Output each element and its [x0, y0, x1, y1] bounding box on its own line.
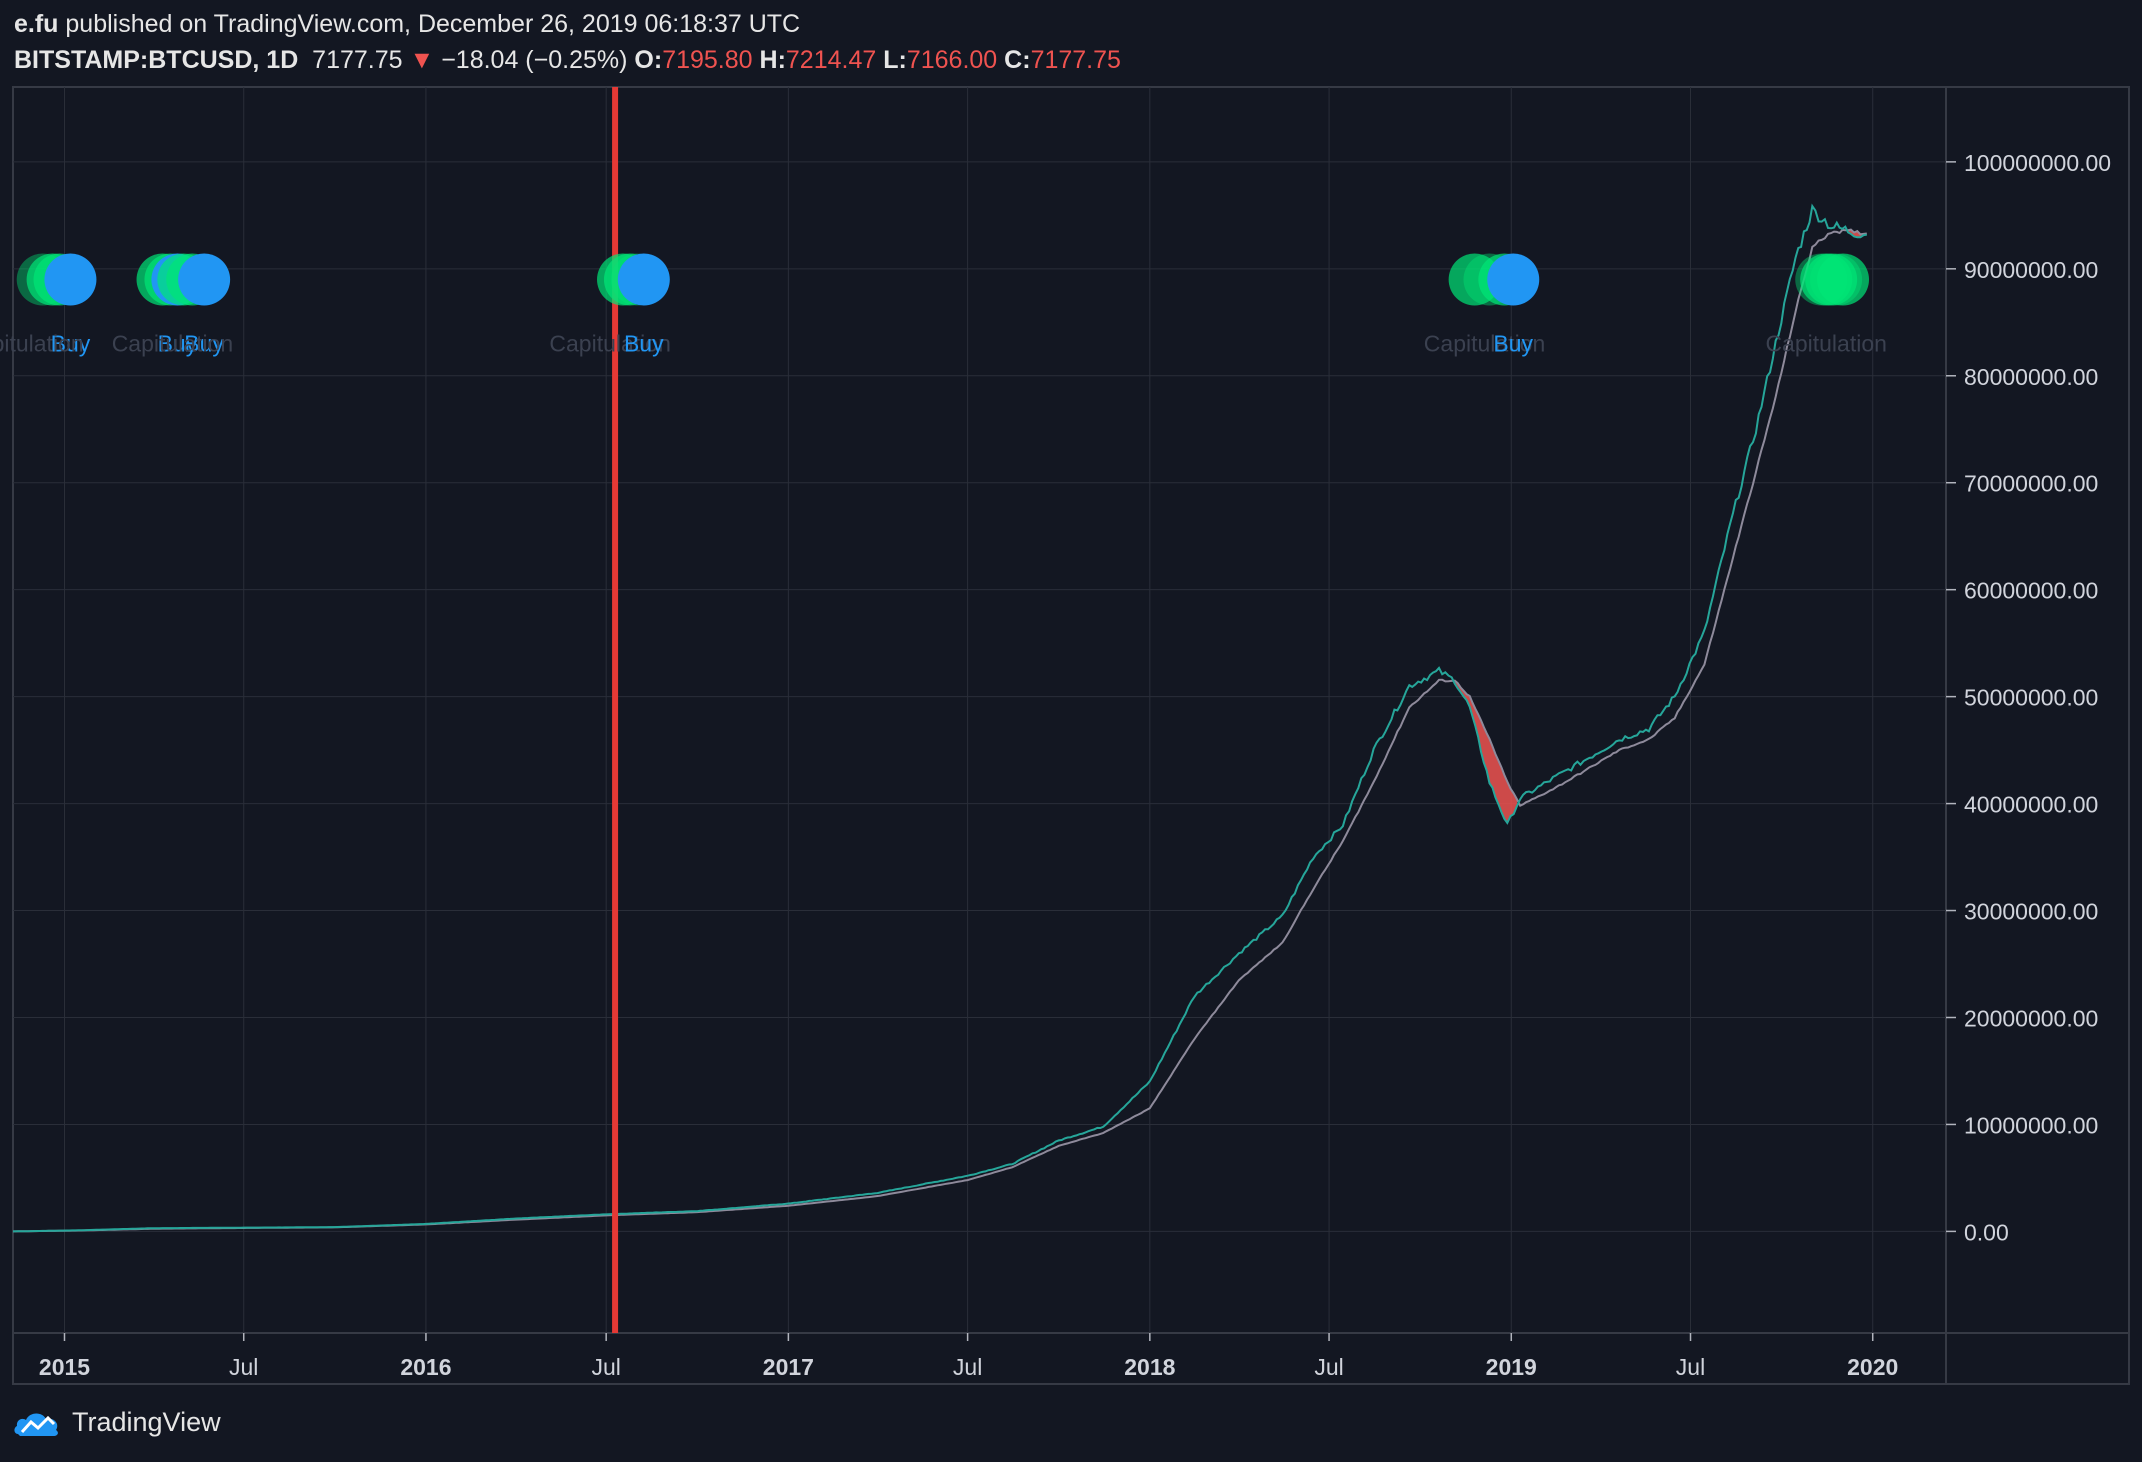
buy-signal-dot: [1487, 253, 1540, 306]
footer: TradingView: [12, 1406, 221, 1438]
y-tick-label: 90000000.00: [1964, 257, 2098, 283]
y-tick-label: 80000000.00: [1964, 364, 2098, 390]
x-tick-label: Jul: [953, 1354, 982, 1380]
bear-fill-area: [1454, 229, 1867, 823]
series-line-slow: [13, 228, 1867, 1233]
tradingview-logo-icon[interactable]: [12, 1406, 64, 1438]
y-tick-label: 70000000.00: [1964, 471, 2098, 497]
x-tick-label: 2020: [1847, 1354, 1898, 1380]
x-tick-label: 2019: [1486, 1354, 1537, 1380]
chart-grid: [13, 87, 1946, 1333]
buy-signal-dot: [44, 253, 97, 306]
y-tick-label: 30000000.00: [1964, 899, 2098, 925]
bear-fill-segment: [1454, 680, 1517, 823]
y-tick-label: 40000000.00: [1964, 792, 2098, 818]
x-tick-label: 2017: [763, 1354, 814, 1380]
signal-labels: BuyBuyBuyCapitulationCapitulationCapitul…: [0, 331, 1887, 357]
capitulation-label: Capitulation: [1765, 331, 1886, 357]
signal-markers: [16, 253, 1870, 306]
y-tick-label: 10000000.00: [1964, 1112, 2098, 1138]
buy-label: Buy: [1493, 331, 1533, 357]
y-tick-label: 60000000.00: [1964, 578, 2098, 604]
y-tick-label: 20000000.00: [1964, 1005, 2098, 1031]
footer-brand[interactable]: TradingView: [72, 1407, 221, 1438]
price-chart[interactable]: BuyBuyBuyCapitulationCapitulationCapitul…: [0, 0, 2142, 1462]
x-tick-label: 2016: [400, 1354, 451, 1380]
x-tick-label: Jul: [591, 1354, 620, 1380]
time-axis[interactable]: 2015 Jul 2016 Jul 2017 Jul 2018 Jul 2019 Jul 2020: [39, 1333, 1898, 1380]
buy-signal-dot: [617, 253, 670, 306]
x-tick-label: Jul: [1314, 1354, 1343, 1380]
y-tick-label: 50000000.00: [1964, 685, 2098, 711]
series-lines: [12, 203, 1867, 1233]
capitulation-signal-dot: [1817, 253, 1870, 306]
price-axis[interactable]: 0.00 10000000.00 20000000.00 30000000.00 400…: [1946, 150, 2111, 1246]
series-line-fast: [12, 203, 1867, 1233]
x-tick-label: Jul: [229, 1354, 258, 1380]
x-tick-label: Jul: [1676, 1354, 1705, 1380]
y-tick-label: 0.00: [1964, 1219, 2009, 1245]
capitulation-label: Capitulation: [0, 331, 84, 357]
buy-signal-dot: [178, 253, 231, 306]
y-tick-label: 100000000.00: [1964, 150, 2111, 176]
x-tick-label: 2018: [1124, 1354, 1175, 1380]
capitulation-label: Capitulation: [112, 331, 233, 357]
x-tick-label: 2015: [39, 1354, 90, 1380]
buy-label: Buy: [624, 331, 664, 357]
